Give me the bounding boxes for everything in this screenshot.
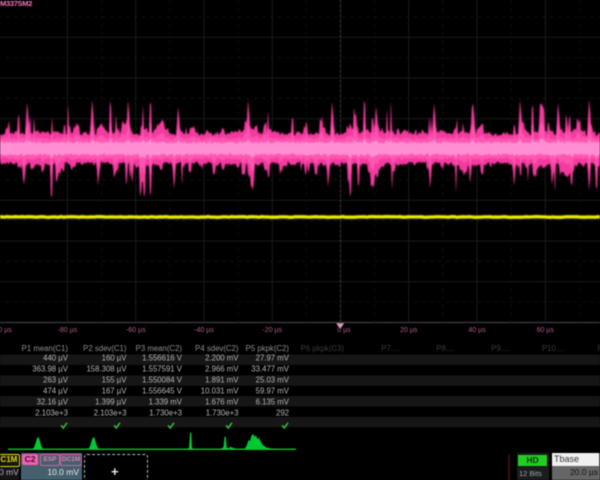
svg-text:1.557591 V: 1.557591 V — [142, 365, 183, 374]
svg-text:292: 292 — [276, 409, 289, 418]
svg-text:P8....: P8.... — [436, 344, 454, 353]
svg-text:P6 pkpk(C3): P6 pkpk(C3) — [301, 344, 345, 353]
svg-text:59.97 mV: 59.97 mV — [256, 387, 290, 396]
svg-text:155 µV: 155 µV — [102, 376, 128, 385]
svg-text:1.730e+3: 1.730e+3 — [206, 409, 239, 418]
svg-text:2.103e+3: 2.103e+3 — [94, 409, 127, 418]
svg-text:P5 pkpk(C2): P5 pkpk(C2) — [246, 344, 290, 353]
svg-text:-40 µs: -40 µs — [194, 327, 214, 334]
svg-text:60 µs: 60 µs — [537, 327, 555, 334]
svg-text:20 µs: 20 µs — [400, 327, 418, 334]
svg-text:440 µV: 440 µV — [43, 354, 69, 363]
svg-text:M337SM2: M337SM2 — [0, 0, 32, 8]
svg-text:25.03 mV: 25.03 mV — [256, 376, 290, 385]
svg-text:2.200 mV: 2.200 mV — [205, 354, 239, 363]
svg-text:160 µV: 160 µV — [102, 354, 128, 363]
svg-text:-60 µs: -60 µs — [126, 327, 146, 334]
svg-text:-80 µs: -80 µs — [58, 327, 78, 334]
svg-text:-100 µs: -100 µs — [0, 327, 12, 334]
svg-text:263 µV: 263 µV — [43, 376, 69, 385]
svg-text:1.730e+3: 1.730e+3 — [149, 409, 182, 418]
svg-text:1.339 mV: 1.339 mV — [149, 398, 183, 407]
svg-text:1.550084 V: 1.550084 V — [142, 376, 183, 385]
svg-text:40 µs: 40 µs — [468, 327, 486, 334]
svg-text:32.16 µV: 32.16 µV — [37, 398, 69, 407]
svg-text:-20 µs: -20 µs — [262, 327, 282, 334]
svg-text:167 µV: 167 µV — [102, 387, 128, 396]
svg-text:P2 sdev(C1): P2 sdev(C1) — [83, 344, 127, 353]
svg-text:P7....: P7.... — [381, 344, 399, 353]
svg-text:P1 mean(C1): P1 mean(C1) — [22, 344, 69, 353]
svg-text:1.676 mV: 1.676 mV — [205, 398, 239, 407]
svg-text:1.399 µV: 1.399 µV — [95, 398, 127, 407]
svg-text:P10....: P10.... — [542, 344, 565, 353]
svg-text:27.97 mV: 27.97 mV — [256, 354, 290, 363]
svg-text:33.477 mV: 33.477 mV — [251, 365, 290, 374]
svg-text:0 µs: 0 µs — [337, 327, 351, 334]
svg-text:363.98 µV: 363.98 µV — [32, 365, 69, 374]
svg-text:1.556645 V: 1.556645 V — [142, 387, 183, 396]
svg-text:2.103e+3: 2.103e+3 — [35, 409, 68, 418]
svg-text:474 µV: 474 µV — [43, 387, 69, 396]
svg-text:1.556616 V: 1.556616 V — [142, 354, 183, 363]
svg-text:6.135 mV: 6.135 mV — [256, 398, 290, 407]
svg-text:10.031 mV: 10.031 mV — [201, 387, 240, 396]
svg-text:2.966 mV: 2.966 mV — [205, 365, 239, 374]
svg-text:P4 sdev(C2): P4 sdev(C2) — [195, 344, 239, 353]
svg-text:P9....: P9.... — [491, 344, 509, 353]
svg-text:1.891 mV: 1.891 mV — [205, 376, 239, 385]
svg-text:158.308 µV: 158.308 µV — [86, 365, 127, 374]
svg-text:P3 mean(C2): P3 mean(C2) — [136, 344, 183, 353]
